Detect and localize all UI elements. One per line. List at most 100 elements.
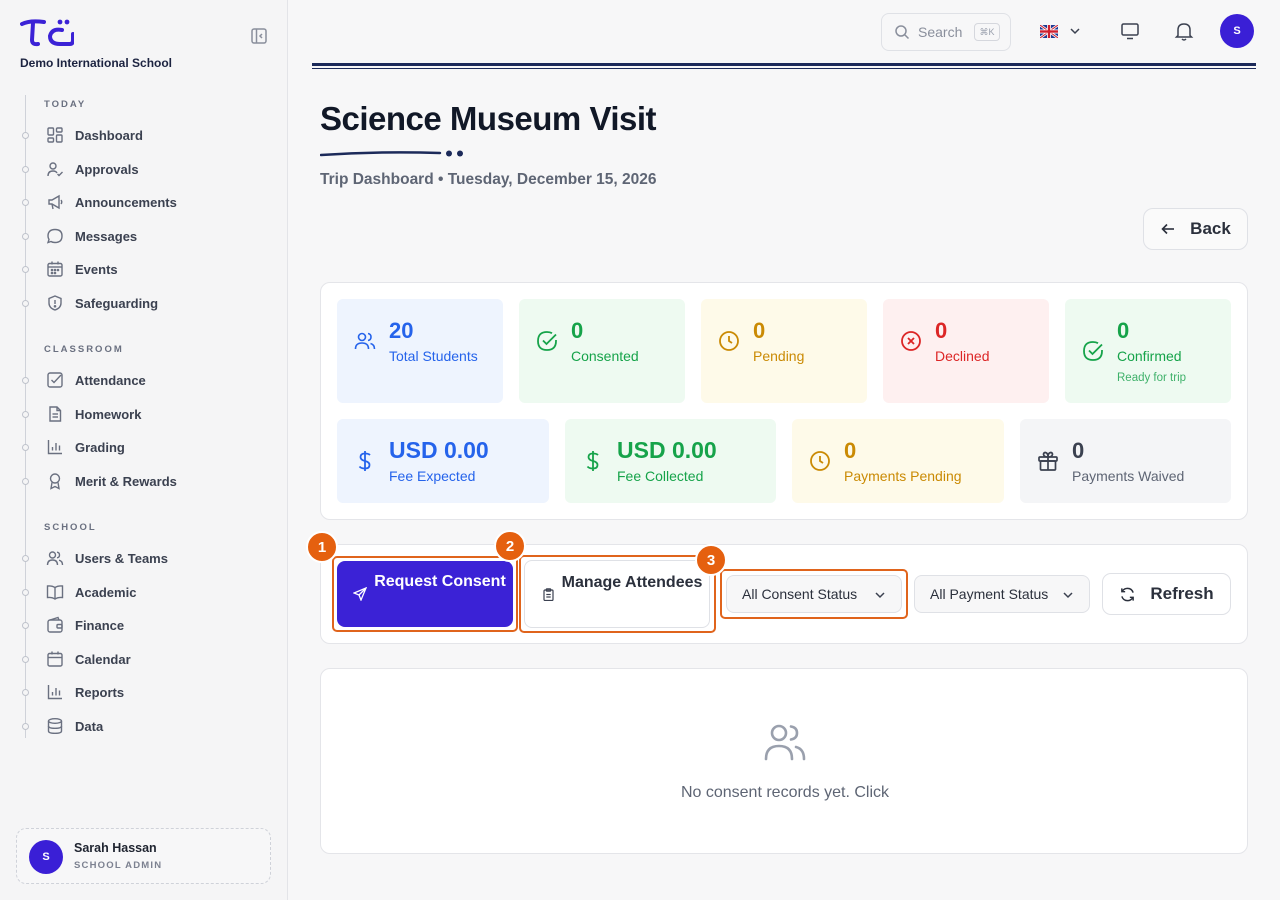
page-subtitle: Trip Dashboard • Tuesday, December 15, 2… [320,171,657,188]
nav-dot [22,656,29,663]
school-logo [20,18,75,53]
sidebar-item-label: Users & Teams [75,550,168,566]
payment-status-filter[interactable]: All Payment Status [914,575,1090,613]
sidebar-item-label: Calendar [75,651,131,667]
check-circle-icon [1083,341,1103,361]
refresh-icon [1121,587,1135,601]
sidebar-item-calendar[interactable]: Calendar [46,646,131,672]
school-name: Demo International School [20,56,173,70]
sidebar-item-grading[interactable]: Grading [46,434,125,460]
stat-payments-waived: 0 Payments Waived [1020,419,1231,503]
current-user-card[interactable]: S Sarah Hassan SCHOOL ADMIN [16,828,271,884]
consent-records-panel: No consent records yet. Click [320,668,1248,854]
stat-fee-expected: USD 0.00 Fee Expected [337,419,549,503]
consent-status-value: All Consent Status [742,586,858,602]
sidebar-item-messages[interactable]: Messages [46,223,137,249]
sidebar-item-attendance[interactable]: Attendance [46,367,146,393]
sidebar-item-finance[interactable]: Finance [46,612,124,638]
users-icon [46,551,64,566]
chevron-down-icon [1070,28,1080,35]
sidebar-item-safeguarding[interactable]: Safeguarding [46,290,158,316]
stat-label: Payments Waived [1072,468,1185,484]
sidebar-item-label: Homework [75,406,142,422]
x-circle-icon [901,331,921,351]
chevron-down-icon [875,592,885,599]
back-label: Back [1190,219,1231,238]
stat-value: 0 [935,318,948,343]
avatar: S [29,840,63,874]
sidebar-item-announcements[interactable]: Announcements [46,189,177,215]
users-icon [764,724,806,761]
check-circle-icon [537,331,557,351]
wallet-icon [47,616,63,633]
sidebar-item-homework[interactable]: Homework [46,401,141,427]
book-icon [46,585,64,600]
stat-total-students: 20 Total Students [337,299,503,403]
sidebar-item-merit-rewards[interactable]: Merit & Rewards [46,468,177,494]
nav-dot [22,166,29,173]
clock-icon [810,451,830,471]
stat-declined: 0 Declined [883,299,1049,403]
stat-label: Declined [935,348,990,364]
stat-label: Fee Expected [389,468,476,484]
arrow-left-icon [1161,223,1175,235]
nav-dot [22,555,29,562]
search-placeholder: Search [918,24,963,40]
sidebar-item-academic[interactable]: Academic [46,579,136,605]
dollar-icon [586,451,599,471]
stat-label: Fee Collected [617,468,704,484]
database-icon [47,718,63,735]
shield-icon [48,295,62,311]
search-shortcut: ⌘K [974,23,1000,41]
users-icon [354,332,376,350]
annotation-badge: 1 [306,531,338,563]
stat-payments-pending: 0 Payments Pending [792,419,1004,503]
dashboard-icon [47,127,63,143]
language-selector[interactable] [1040,24,1082,38]
bell-icon[interactable] [1173,20,1195,42]
stat-value: 0 [1072,438,1085,463]
stat-label: Payments Pending [844,468,962,484]
sidebar-item-users-teams[interactable]: Users & Teams [46,545,168,571]
clipboard-icon [543,588,554,601]
sidebar-item-events[interactable]: Events [46,256,118,282]
stat-pending: 0 Pending [701,299,867,403]
nav-dot [22,478,29,485]
checkbox-icon [47,372,63,388]
section-label-school: SCHOOL [44,522,97,533]
sidebar-item-data[interactable]: Data [46,713,103,739]
nav-dot [22,444,29,451]
user-avatar-button[interactable]: S [1220,14,1254,48]
collapse-sidebar-icon[interactable] [250,27,268,45]
sidebar-item-label: Dashboard [75,127,143,143]
award-icon [49,473,61,490]
sidebar-item-dashboard[interactable]: Dashboard [46,122,143,148]
megaphone-icon [48,194,63,210]
document-icon [49,406,62,422]
consent-status-filter[interactable]: All Consent Status [726,575,902,613]
empty-state-message: No consent records yet. Click [680,784,890,801]
nav-dot [22,411,29,418]
calendar-icon [47,651,63,667]
search-button[interactable]: Search ⌘K [881,13,1011,51]
section-label-classroom: CLASSROOM [44,344,124,355]
sidebar-item-label: Data [75,718,104,734]
request-consent-button[interactable]: Request Consent [337,561,513,627]
refresh-button[interactable]: Refresh [1102,573,1231,615]
search-icon [895,25,910,40]
annotation-badge: 3 [695,544,727,576]
back-button[interactable]: Back [1143,208,1248,250]
manage-attendees-label: Manage Attendees [561,574,703,591]
nav-dot [22,589,29,596]
page-title: Science Museum Visit [320,100,657,137]
manage-attendees-button[interactable]: Manage Attendees [524,560,710,628]
dollar-icon [358,451,371,471]
stat-value: 0 [753,318,766,343]
monitor-icon[interactable] [1119,20,1141,42]
sidebar-item-reports[interactable]: Reports [46,679,124,705]
sidebar-item-approvals[interactable]: Approvals [46,156,139,182]
request-consent-label: Request Consent [374,573,506,590]
nav-dot [22,622,29,629]
stat-label: Total Students [389,348,478,364]
stat-consented: 0 Consented [519,299,685,403]
